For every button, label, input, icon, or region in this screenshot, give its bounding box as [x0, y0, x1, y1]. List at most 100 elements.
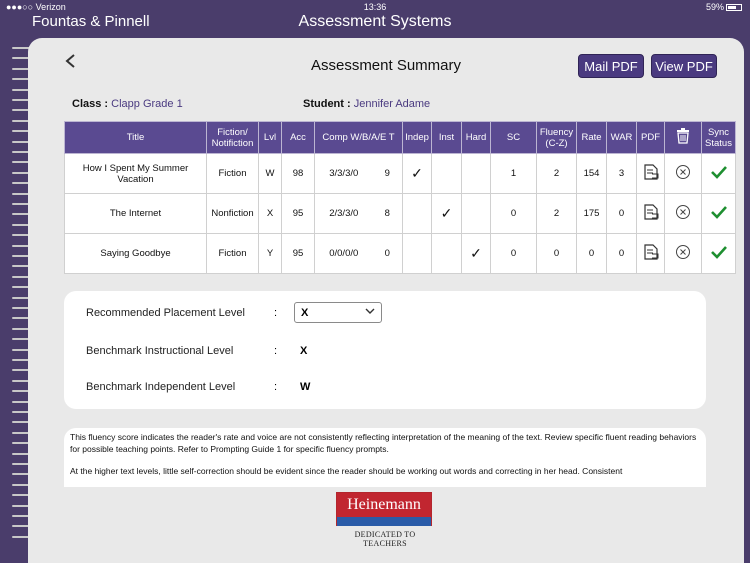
col-fluency: Fluency (C-Z)	[536, 121, 577, 154]
col-fiction: Fiction/ Notifiction	[206, 121, 259, 154]
col-hard: Hard	[461, 121, 491, 154]
cell-fiction: Fiction	[206, 153, 259, 194]
col-lvl: Lvl	[258, 121, 282, 154]
notebook-page: Assessment Summary Mail PDF View PDF Cla…	[28, 38, 744, 563]
table-row[interactable]: Saying Goodbye Fiction Y 95 0/0/0/0 0 ✓ 0 0 0 0	[64, 233, 736, 274]
assessment-table: Title Fiction/ Notifiction Lvl Acc Comp …	[64, 121, 736, 274]
col-inst: Inst	[431, 121, 462, 154]
heinemann-logo: Heinemann DEDICATED TO TEACHERS	[336, 492, 434, 548]
col-sync: Sync Status	[701, 121, 736, 154]
class-label: Class :	[72, 98, 109, 110]
cell-lvl: Y	[258, 233, 282, 274]
cell-hard	[461, 193, 491, 234]
student-label: Student :	[303, 98, 351, 110]
cell-fluency: 0	[536, 233, 577, 274]
recommended-label: Recommended Placement Level	[86, 307, 245, 319]
col-war: WAR	[606, 121, 637, 154]
cell-war: 3	[606, 153, 637, 194]
checkmark-icon	[710, 206, 727, 219]
cell-comp-t: 8	[372, 193, 403, 234]
cell-war: 0	[606, 233, 637, 274]
col-acc: Acc	[281, 121, 315, 154]
colon: :	[274, 345, 278, 357]
independent-label: Benchmark Independent Level	[86, 381, 236, 393]
col-sc: SC	[490, 121, 537, 154]
cell-title: The Internet	[64, 193, 207, 234]
cell-hard: ✓	[461, 233, 491, 274]
view-pdf-button[interactable]: View PDF	[651, 54, 717, 78]
table-header-row: Title Fiction/ Notifiction Lvl Acc Comp …	[64, 121, 736, 154]
cell-sync	[701, 153, 736, 194]
app-title: Assessment Systems	[298, 13, 452, 30]
student-value: Jennifer Adame	[353, 98, 431, 110]
col-delete[interactable]	[664, 121, 702, 154]
col-comp: Comp W/B/A/E T	[314, 121, 403, 154]
class-value: Clapp Grade 1	[111, 98, 183, 110]
cell-pdf[interactable]	[636, 233, 665, 274]
cell-fiction: Nonfiction	[206, 193, 259, 234]
cell-inst: ✓	[431, 193, 462, 234]
independent-value: W	[300, 381, 311, 393]
notes-text[interactable]: This fluency score indicates the reader'…	[64, 428, 706, 487]
cell-rate: 154	[576, 153, 607, 194]
col-pdf: PDF	[636, 121, 665, 154]
table-row[interactable]: The Internet Nonfiction X 95 2/3/3/0 8 ✓ 0 2 175 0	[64, 193, 736, 234]
student-info: Student : Jennifer Adame	[303, 98, 430, 110]
checkmark-icon	[710, 166, 727, 179]
battery: 59%	[706, 2, 742, 12]
cell-fluency: 2	[536, 193, 577, 234]
cell-comp: 3/3/3/0	[314, 153, 373, 194]
logo-tagline: DEDICATED TO TEACHERS	[354, 530, 416, 548]
cell-indep	[402, 193, 432, 234]
cell-acc: 98	[281, 153, 315, 194]
cell-pdf[interactable]	[636, 153, 665, 194]
instructional-value: X	[300, 345, 308, 357]
logo-name: Heinemann	[337, 493, 431, 517]
circle-x-icon	[676, 165, 690, 179]
cell-comp: 0/0/0/0	[314, 233, 373, 274]
document-icon	[643, 244, 658, 260]
instructional-label: Benchmark Instructional Level	[86, 345, 234, 357]
document-icon	[643, 204, 658, 220]
cell-hard	[461, 153, 491, 194]
cell-remove[interactable]	[664, 233, 702, 274]
table-row[interactable]: How I Spent My Summer Vacation Fiction W 98…	[64, 153, 736, 194]
col-indep: Indep	[402, 121, 432, 154]
cell-fluency: 2	[536, 153, 577, 194]
colon: :	[274, 307, 278, 319]
trash-icon	[677, 128, 689, 144]
clock: 13:36	[363, 2, 387, 12]
cell-rate: 0	[576, 233, 607, 274]
cell-sc: 0	[490, 193, 537, 234]
cell-fiction: Fiction	[206, 233, 259, 274]
cell-inst	[431, 153, 462, 194]
cell-pdf[interactable]	[636, 193, 665, 234]
mail-pdf-button[interactable]: Mail PDF	[578, 54, 644, 78]
document-icon	[643, 164, 658, 180]
cell-remove[interactable]	[664, 193, 702, 234]
chevron-down-icon	[365, 308, 375, 314]
recommended-level-select[interactable]: X	[294, 302, 382, 323]
cell-comp: 2/3/3/0	[314, 193, 373, 234]
class-info: Class : Clapp Grade 1	[72, 98, 183, 110]
circle-x-icon	[676, 205, 690, 219]
cell-lvl: W	[258, 153, 282, 194]
note-paragraph: At the higher text levels, little self-c…	[70, 466, 623, 476]
cell-remove[interactable]	[664, 153, 702, 194]
circle-x-icon	[676, 245, 690, 259]
cell-comp-t: 0	[372, 233, 403, 274]
cell-sync	[701, 193, 736, 234]
cell-indep	[402, 233, 432, 274]
cell-war: 0	[606, 193, 637, 234]
cell-sync	[701, 233, 736, 274]
status-bar: ●●●○○ Verizon 13:36 59%	[0, 0, 750, 14]
cell-sc: 0	[490, 233, 537, 274]
cell-sc: 1	[490, 153, 537, 194]
checkmark-icon	[710, 246, 727, 259]
col-title: Title	[64, 121, 207, 154]
col-rate: Rate	[576, 121, 607, 154]
battery-icon	[726, 4, 742, 12]
cell-comp-t: 9	[372, 153, 403, 194]
cell-lvl: X	[258, 193, 282, 234]
recommended-value: X	[301, 307, 309, 319]
